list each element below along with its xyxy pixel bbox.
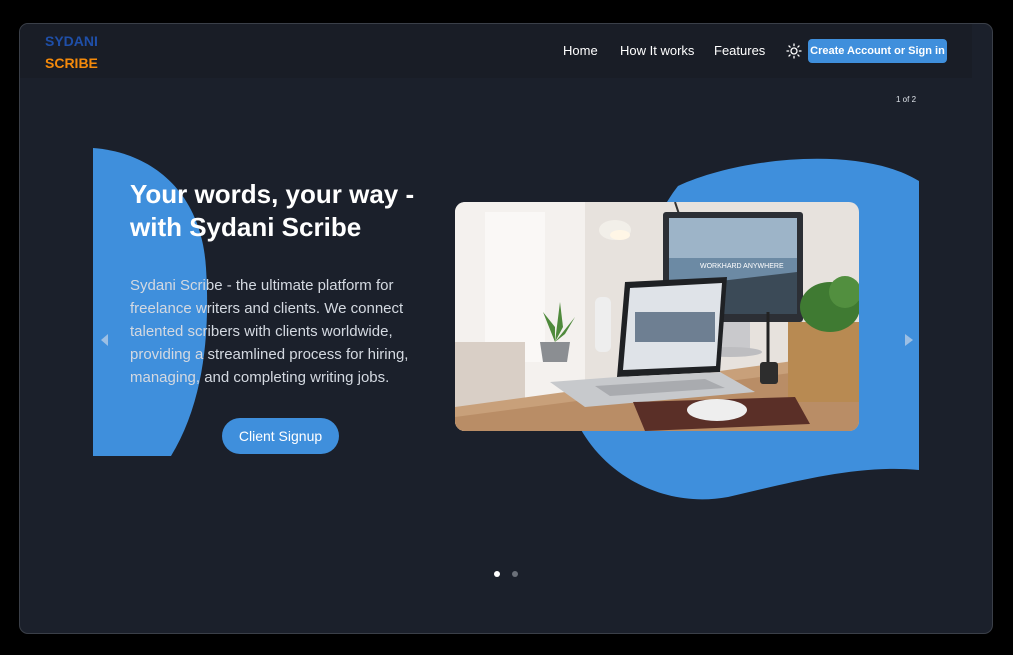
client-signup-button[interactable]: Client Signup [222,418,339,454]
create-account-button[interactable]: Create Account or Sign in [808,39,947,63]
nav-link-home[interactable]: Home [563,43,598,58]
hero-description: Sydani Scribe - the ultimate platform fo… [130,277,409,386]
carousel-dot[interactable] [494,571,500,577]
logo-line-sydani: SYDANI [45,33,98,49]
nav-link-features[interactable]: Features [714,43,765,58]
chevron-left-icon[interactable] [101,334,109,346]
hero-title: Your words, your way - with Sydani Scrib… [130,179,415,242]
carousel-dot[interactable] [512,571,518,577]
logo[interactable]: SYDANI SCRIBE [45,30,98,74]
chevron-right-icon[interactable] [905,334,913,346]
navbar: SYDANI SCRIBE Home How It works Features… [20,24,972,78]
nav-link-how-it-works[interactable]: How It works [620,43,694,58]
monitor-screen-text: WORKHARD ANYWHERE [700,263,784,270]
logo-line-scribe: SCRIBE [45,55,98,71]
slide-counter: 1 of 2 [896,95,917,104]
app-window: SYDANI SCRIBE Home How It works Features… [19,23,993,634]
hero-workspace-photo: WORKHARD ANYWHERE [455,202,859,431]
sun-icon[interactable] [786,43,802,59]
